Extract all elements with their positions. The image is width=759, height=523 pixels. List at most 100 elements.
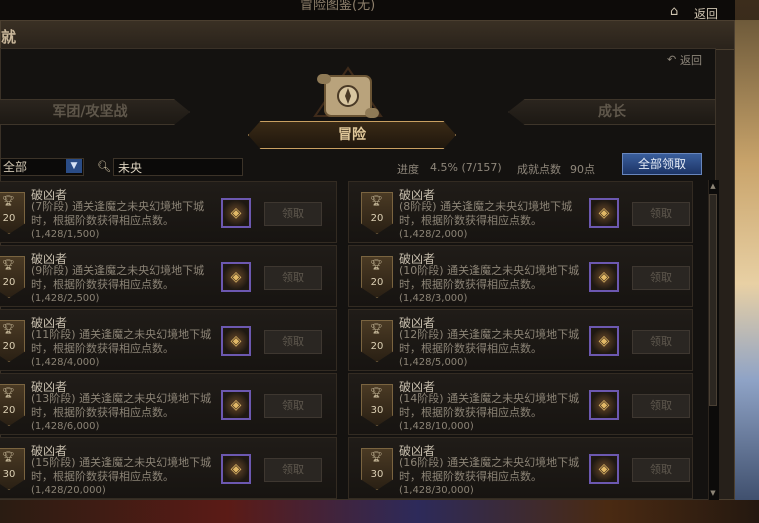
trophy-icon: 🏆︎ [2, 388, 15, 399]
claim-button[interactable]: 领取 [264, 394, 322, 418]
achievement-progress: (1,428/20,000) [31, 485, 106, 496]
points-badge: 🏆︎ 20 [361, 256, 393, 298]
achievement-desc: (10阶段) 通关逢魔之未央幻境地下城时，根据阶数获得相应点数。 [399, 264, 580, 291]
claim-button[interactable]: 领取 [264, 330, 322, 354]
points-badge: 🏆︎ 30 [361, 448, 393, 490]
achievement-list: 🏆︎ 20 破凶者 (7阶段) 通关逢魔之未央幻境地下城时，根据阶数获得相应点数… [0, 180, 707, 500]
reward-emblem-icon[interactable]: ◈ [589, 454, 619, 484]
trophy-icon: 🏆︎ [370, 388, 383, 399]
badge-points: 20 [2, 277, 16, 288]
points-badge: 🏆︎ 20 [0, 320, 25, 362]
reward-emblem-icon[interactable]: ◈ [221, 390, 251, 420]
badge-points: 20 [2, 213, 16, 224]
claim-button[interactable]: 领取 [264, 458, 322, 482]
window-header-title: 就 [1, 28, 17, 46]
badge-points: 30 [370, 405, 384, 416]
achievement-card: 🏆︎ 30 破凶者 (14阶段) 通关逢魔之未央幻境地下城时，根据阶数获得相应点… [348, 373, 693, 435]
achievement-card: 🏆︎ 20 破凶者 (11阶段) 通关逢魔之未央幻境地下城时，根据阶数获得相应点… [0, 309, 337, 371]
points-badge: 🏆︎ 20 [0, 384, 25, 426]
badge-points: 20 [370, 277, 384, 288]
progress-label: 进度 [397, 163, 419, 176]
achievement-card: 🏆︎ 20 破凶者 (8阶段) 通关逢魔之未央幻境地下城时，根据阶数获得相应点数… [348, 181, 693, 243]
achievement-card: 🏆︎ 30 破凶者 (15阶段) 通关逢魔之未央幻境地下城时，根据阶数获得相应点… [0, 437, 337, 499]
badge-points: 20 [370, 341, 384, 352]
points-badge: 🏆︎ 20 [0, 256, 25, 298]
achievement-progress: (1,428/2,000) [399, 229, 468, 240]
achievement-desc: (7阶段) 通关逢魔之未央幻境地下城时，根据阶数获得相应点数。 [31, 200, 205, 227]
reward-emblem-icon[interactable]: ◈ [221, 326, 251, 356]
points-label: 成就点数 [517, 163, 561, 176]
game-hotbar-strip [0, 500, 759, 523]
back-arrow-icon[interactable]: ↶ [667, 53, 676, 66]
reward-emblem-icon[interactable]: ◈ [221, 198, 251, 228]
points-badge: 🏆︎ 20 [361, 192, 393, 234]
trophy-icon: 🏆︎ [370, 196, 383, 207]
achievement-desc: (11阶段) 通关逢魔之未央幻境地下城时，根据阶数获得相应点数。 [31, 328, 212, 355]
trophy-icon: 🏆︎ [370, 260, 383, 271]
game-world-right-edge [735, 20, 759, 500]
trophy-icon: 🏆︎ [2, 452, 15, 463]
top-title-bar: 冒险图鉴(无) [0, 0, 735, 21]
scroll-down-icon[interactable]: ▼ [709, 488, 717, 498]
points-badge: 🏆︎ 30 [0, 448, 25, 490]
trophy-icon: 🏆︎ [2, 260, 15, 271]
badge-points: 30 [370, 469, 384, 480]
reward-emblem-icon[interactable]: ◈ [221, 262, 251, 292]
window-title: 冒险图鉴(无) [300, 0, 376, 13]
points-value: 90点 [570, 163, 595, 176]
points-badge: 🏆︎ 20 [0, 192, 25, 234]
claim-button[interactable]: 领取 [632, 202, 690, 226]
trophy-icon: 🏆︎ [2, 324, 15, 335]
claim-button[interactable]: 领取 [632, 394, 690, 418]
achievement-progress: (1,428/30,000) [399, 485, 474, 496]
scroll-up-icon[interactable]: ▲ [709, 181, 717, 191]
scrollbar-thumb[interactable] [709, 194, 717, 406]
reward-emblem-icon[interactable]: ◈ [589, 326, 619, 356]
achievement-card: 🏆︎ 20 破凶者 (10阶段) 通关逢魔之未央幻境地下城时，根据阶数获得相应点… [348, 245, 693, 307]
window-header: 就 [1, 21, 734, 50]
home-icon[interactable]: ⌂ [670, 5, 684, 19]
achievement-progress: (1,428/4,000) [31, 357, 100, 368]
trophy-icon: 🏆︎ [370, 452, 383, 463]
progress-value: 4.5% (7/157) [430, 161, 502, 174]
search-icon: 🔍︎ [97, 160, 111, 173]
achievement-card: 🏆︎ 20 破凶者 (13阶段) 通关逢魔之未央幻境地下城时，根据阶数获得相应点… [0, 373, 337, 435]
badge-points: 20 [370, 213, 384, 224]
claim-button[interactable]: 领取 [264, 202, 322, 226]
achievement-desc: (16阶段) 通关逢魔之未央幻境地下城时，根据阶数获得相应点数。 [399, 456, 580, 483]
achievement-progress: (1,428/1,500) [31, 229, 100, 240]
return-button[interactable]: 返回 [694, 5, 718, 22]
trophy-icon: 🏆︎ [370, 324, 383, 335]
reward-emblem-icon[interactable]: ◈ [589, 198, 619, 228]
achievement-card: 🏆︎ 20 破凶者 (7阶段) 通关逢魔之未央幻境地下城时，根据阶数获得相应点数… [0, 181, 337, 243]
tab-growth[interactable]: 成长 [508, 99, 716, 125]
badge-points: 20 [2, 405, 16, 416]
achievement-progress: (1,428/5,000) [399, 357, 468, 368]
achievement-progress: (1,428/2,500) [31, 293, 100, 304]
achievement-desc: (9阶段) 通关逢魔之未央幻境地下城时，根据阶数获得相应点数。 [31, 264, 205, 291]
claim-all-button[interactable]: 全部领取 [622, 153, 702, 175]
badge-points: 20 [2, 341, 16, 352]
achievement-card: 🏆︎ 30 破凶者 (16阶段) 通关逢魔之未央幻境地下城时，根据阶数获得相应点… [348, 437, 693, 499]
points-badge: 🏆︎ 20 [361, 320, 393, 362]
adventure-scroll-emblem [313, 66, 383, 118]
claim-button[interactable]: 领取 [264, 266, 322, 290]
back-button[interactable]: 返回 [680, 52, 702, 68]
tab-legion-raid[interactable]: 军团/攻坚战 [0, 99, 190, 125]
badge-points: 30 [2, 469, 16, 480]
claim-button[interactable]: 领取 [632, 266, 690, 290]
tab-adventure[interactable]: 冒险 [248, 121, 456, 149]
achievement-card: 🏆︎ 20 破凶者 (9阶段) 通关逢魔之未央幻境地下城时，根据阶数获得相应点数… [0, 245, 337, 307]
achievement-desc: (12阶段) 通关逢魔之未央幻境地下城时，根据阶数获得相应点数。 [399, 328, 580, 355]
search-input[interactable] [113, 158, 243, 176]
reward-emblem-icon[interactable]: ◈ [221, 454, 251, 484]
chevron-down-icon[interactable]: ▼ [66, 159, 82, 173]
achievement-progress: (1,428/6,000) [31, 421, 100, 432]
achievement-card: 🏆︎ 20 破凶者 (12阶段) 通关逢魔之未央幻境地下城时，根据阶数获得相应点… [348, 309, 693, 371]
reward-emblem-icon[interactable]: ◈ [589, 390, 619, 420]
achievement-desc: (15阶段) 通关逢魔之未央幻境地下城时，根据阶数获得相应点数。 [31, 456, 212, 483]
achievement-desc: (8阶段) 通关逢魔之未央幻境地下城时，根据阶数获得相应点数。 [399, 200, 573, 227]
reward-emblem-icon[interactable]: ◈ [589, 262, 619, 292]
claim-button[interactable]: 领取 [632, 330, 690, 354]
claim-button[interactable]: 领取 [632, 458, 690, 482]
